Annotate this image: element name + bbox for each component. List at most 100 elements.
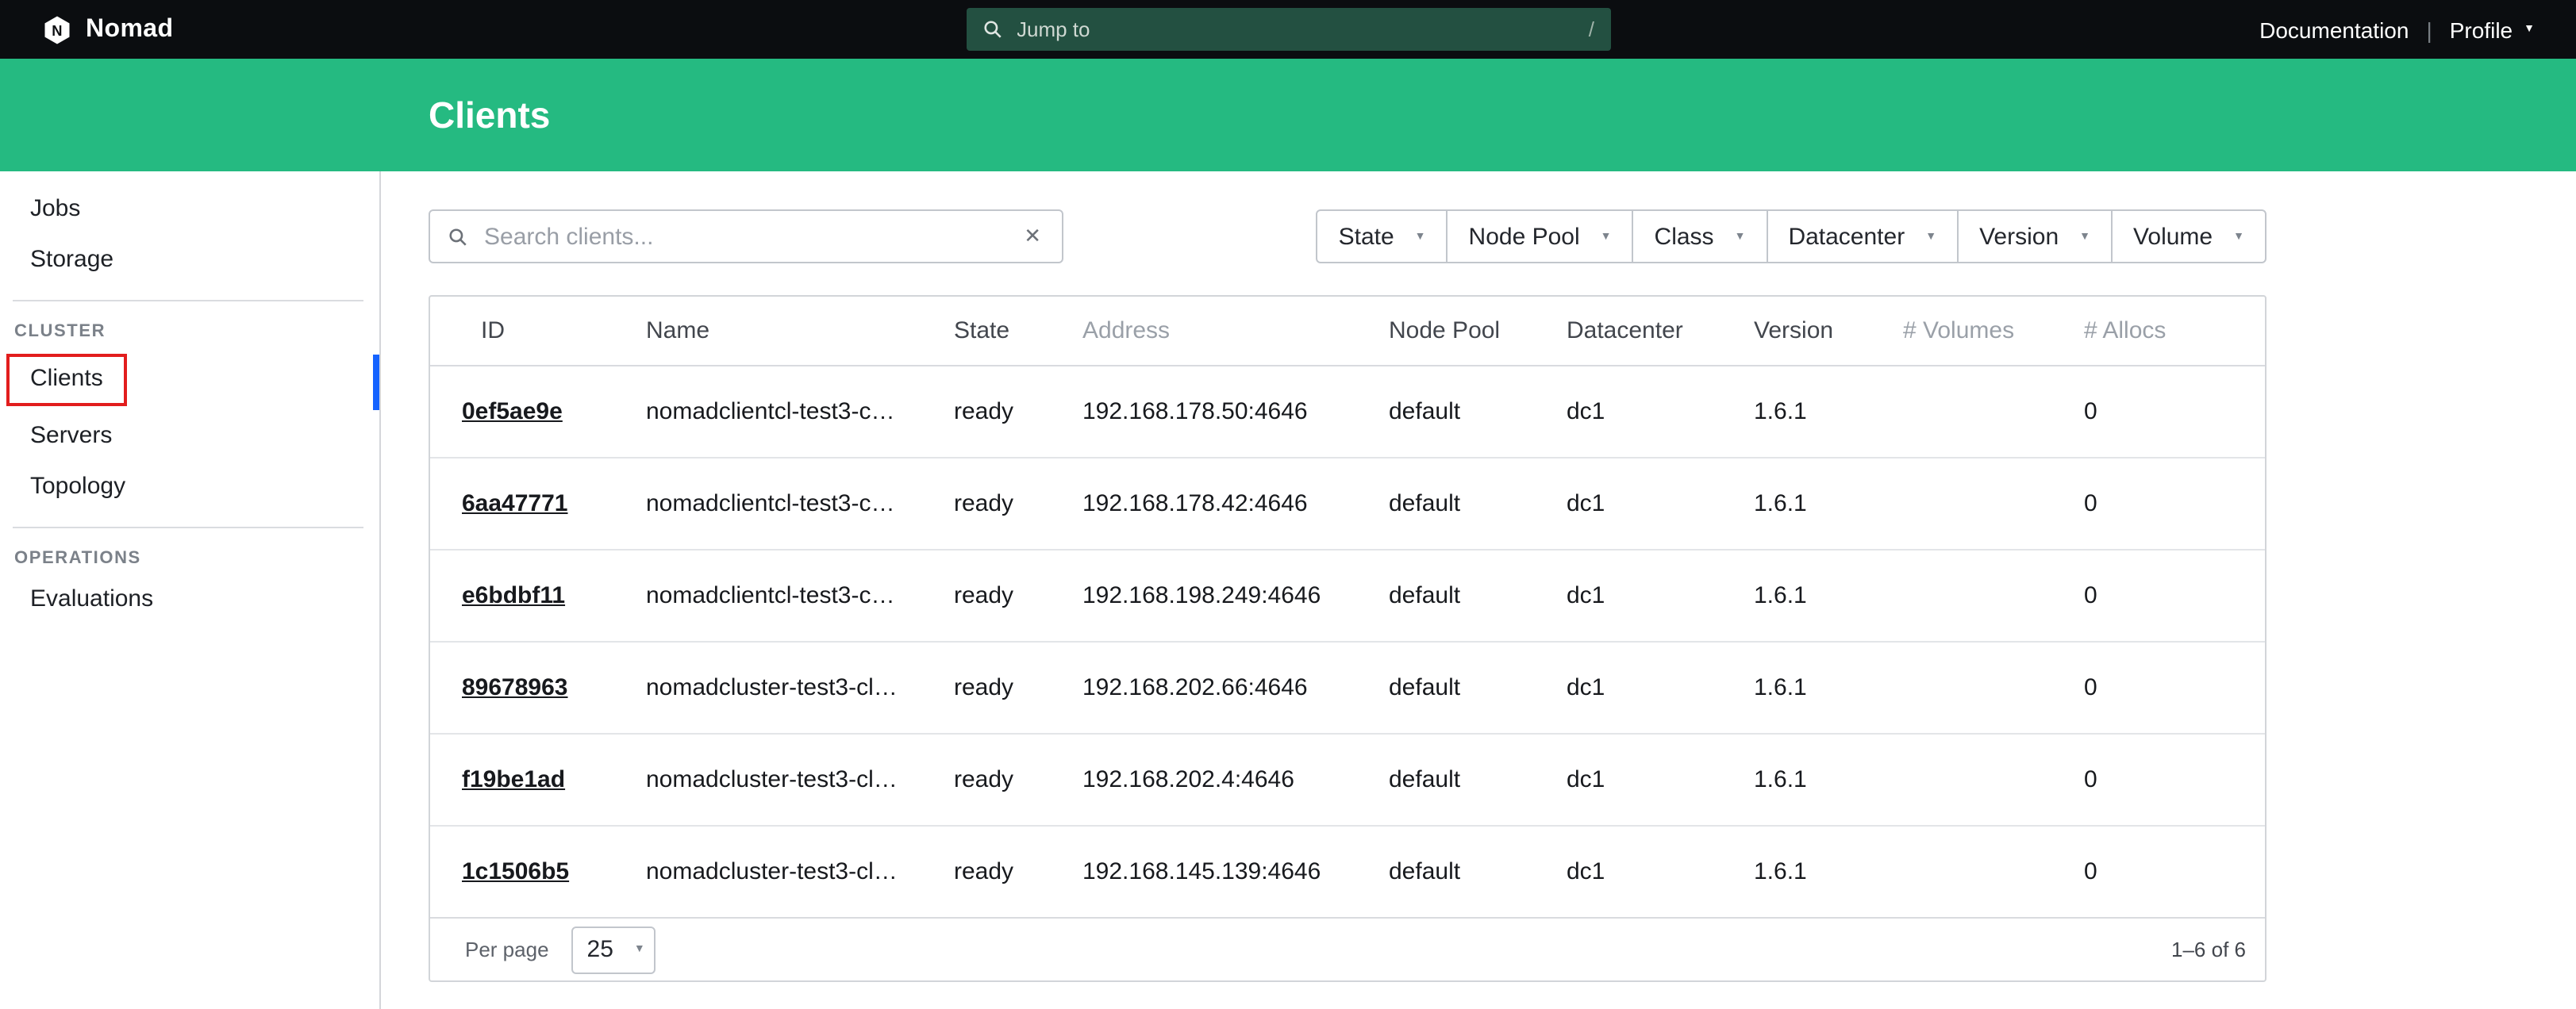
client-volumes [1903,734,2084,826]
chevron-down-icon: ▼ [1925,231,1936,242]
client-allocs: 0 [2084,642,2265,734]
column-header-datacenter[interactable]: Datacenter [1567,297,1754,366]
nomad-logo-icon: N [41,13,73,45]
column-header-id[interactable]: ID [430,297,646,366]
clients-table: ID Name State Address Node Pool Datacent… [430,297,2265,919]
client-volumes [1903,458,2084,550]
client-id-link[interactable]: 6aa47771 [462,490,568,517]
active-item-indicator [373,355,379,410]
filter-node-pool[interactable]: Node Pool ▼ [1447,209,1634,263]
column-header-allocs: # Allocs [2084,297,2265,366]
client-datacenter: dc1 [1567,826,1754,918]
column-header-name[interactable]: Name [646,297,954,366]
client-state: ready [954,458,1082,550]
table-row[interactable]: 0ef5ae9e nomadclientcl-test3-c… ready 19… [430,366,2265,458]
sidebar-heading-operations: Operations [0,531,379,574]
table-row[interactable]: 1c1506b5 nomadcluster-test3-cl… ready 19… [430,826,2265,918]
search-icon [448,226,468,247]
per-page-value: 25 [587,936,613,963]
filter-state[interactable]: State ▼ [1317,209,1448,263]
table-row[interactable]: f19be1ad nomadcluster-test3-cl… ready 19… [430,734,2265,826]
column-header-address: Address [1082,297,1389,366]
client-state: ready [954,550,1082,642]
client-allocs: 0 [2084,550,2265,642]
client-version: 1.6.1 [1754,826,1903,918]
client-version: 1.6.1 [1754,734,1903,826]
column-header-volumes: # Volumes [1903,297,2084,366]
client-datacenter: dc1 [1567,550,1754,642]
sidebar-item-clients[interactable]: Clients [30,365,103,392]
client-allocs: 0 [2084,458,2265,550]
annotation-highlight: Clients [6,354,127,406]
client-datacenter: dc1 [1567,734,1754,826]
client-name: nomadcluster-test3-cl… [646,826,954,918]
global-search-input[interactable] [1013,16,1589,43]
profile-menu[interactable]: Profile ▼ [2450,17,2535,42]
clients-table-card: ID Name State Address Node Pool Datacent… [429,295,2266,982]
column-header-node-pool[interactable]: Node Pool [1389,297,1567,366]
filter-class[interactable]: Class ▼ [1632,209,1768,263]
table-row[interactable]: 6aa47771 nomadclientcl-test3-c… ready 19… [430,458,2265,550]
sidebar-item-evaluations[interactable]: Evaluations [0,574,379,625]
table-row[interactable]: 89678963 nomadcluster-test3-cl… ready 19… [430,642,2265,734]
column-header-version[interactable]: Version [1754,297,1903,366]
nav-separator: | [2426,17,2432,42]
client-address: 192.168.202.66:4646 [1082,642,1389,734]
client-volumes [1903,826,2084,918]
client-allocs: 0 [2084,826,2265,918]
chevron-down-icon: ▼ [634,944,645,955]
client-node-pool: default [1389,826,1567,918]
sidebar-item-jobs[interactable]: Jobs [0,184,379,235]
client-address: 192.168.145.139:4646 [1082,826,1389,918]
client-allocs: 0 [2084,734,2265,826]
filter-label: Datacenter [1788,223,1905,250]
clear-search-icon[interactable]: ✕ [1021,224,1044,249]
client-id-link[interactable]: e6bdbf11 [462,582,565,609]
table-row[interactable]: e6bdbf11 nomadclientcl-test3-c… ready 19… [430,550,2265,642]
nomad-ui: N Nomad / Documentation | Profile ▼ Clie… [0,0,2576,1009]
client-id-link[interactable]: 0ef5ae9e [462,398,563,425]
global-search[interactable]: / [966,8,1610,51]
client-address: 192.168.178.50:4646 [1082,366,1389,458]
documentation-link[interactable]: Documentation [2259,17,2409,42]
sidebar-divider [13,300,363,301]
filter-label: Version [1979,223,2059,250]
client-id-link[interactable]: 89678963 [462,674,568,701]
client-node-pool: default [1389,366,1567,458]
sidebar-item-topology[interactable]: Topology [0,462,379,512]
table-footer: Per page 25 ▼ 1–6 of 6 [430,919,2265,980]
client-state: ready [954,642,1082,734]
sidebar-heading-cluster: Cluster [0,305,379,347]
chevron-down-icon: ▼ [2233,231,2244,242]
sidebar-item-storage[interactable]: Storage [0,235,379,286]
filter-datacenter[interactable]: Datacenter ▼ [1766,209,1959,263]
filter-label: Node Pool [1469,223,1580,250]
client-version: 1.6.1 [1754,642,1903,734]
column-header-state[interactable]: State [954,297,1082,366]
filter-label: Class [1655,223,1714,250]
per-page-select[interactable]: 25 ▼ [571,926,656,973]
client-datacenter: dc1 [1567,366,1754,458]
nav-links: Documentation | Profile ▼ [2259,17,2535,42]
sidebar-divider [13,527,363,528]
table-header-row: ID Name State Address Node Pool Datacent… [430,297,2265,366]
client-node-pool: default [1389,734,1567,826]
client-datacenter: dc1 [1567,458,1754,550]
sidebar: Jobs Storage Cluster Clients Servers Top… [0,171,381,1009]
client-address: 192.168.202.4:4646 [1082,734,1389,826]
client-id-link[interactable]: f19be1ad [462,766,565,793]
filter-volume[interactable]: Volume ▼ [2111,209,2266,263]
client-version: 1.6.1 [1754,458,1903,550]
client-version: 1.6.1 [1754,550,1903,642]
nomad-home-link[interactable]: N Nomad [41,13,173,45]
client-volumes [1903,366,2084,458]
clients-search-input[interactable] [481,221,1021,251]
per-page-label: Per page [465,938,549,961]
filter-version[interactable]: Version ▼ [1957,209,2113,263]
client-address: 192.168.198.249:4646 [1082,550,1389,642]
client-name: nomadclientcl-test3-c… [646,366,954,458]
client-node-pool: default [1389,550,1567,642]
client-id-link[interactable]: 1c1506b5 [462,858,569,885]
chevron-down-icon: ▼ [1415,231,1426,242]
sidebar-item-servers[interactable]: Servers [0,411,379,462]
